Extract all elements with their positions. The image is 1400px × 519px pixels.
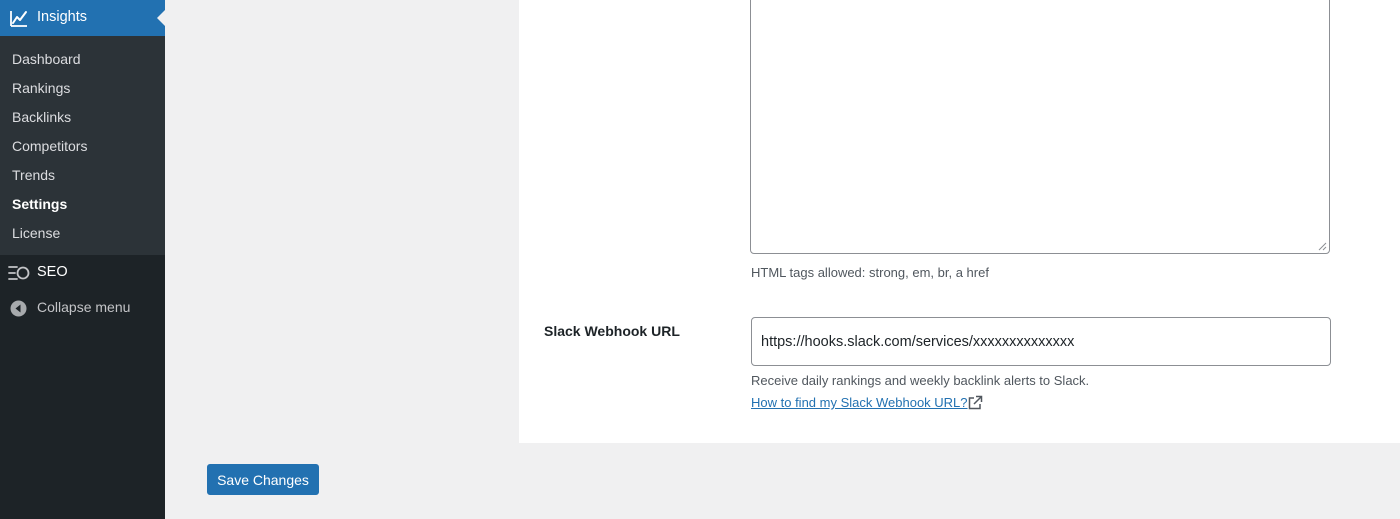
collapse-arrow-icon [10, 300, 27, 317]
slack-webhook-description: Receive daily rankings and weekly backli… [751, 373, 1090, 388]
external-link-icon [968, 395, 983, 410]
resize-handle-icon[interactable] [1318, 242, 1327, 251]
seo-icon [8, 266, 30, 280]
app: Insights Dashboard Rankings Backlinks Co… [0, 0, 1400, 519]
sidebar-item-rankings[interactable]: Rankings [12, 80, 70, 96]
slack-webhook-label: Slack Webhook URL [544, 323, 680, 339]
save-changes-button[interactable]: Save Changes [207, 464, 319, 495]
slack-webhook-help-link[interactable]: How to find my Slack Webhook URL? [751, 395, 968, 410]
admin-sidebar: Insights Dashboard Rankings Backlinks Co… [0, 0, 165, 519]
sidebar-item-insights[interactable]: Insights [0, 0, 165, 36]
sidebar-item-license[interactable]: License [12, 225, 60, 241]
insights-submenu: Dashboard Rankings Backlinks Competitors… [0, 36, 165, 255]
textarea-hint: HTML tags allowed: strong, em, br, a hre… [751, 265, 989, 280]
sidebar-item-seo-label: SEO [37, 264, 68, 280]
current-menu-pointer [157, 10, 165, 26]
collapse-menu-button[interactable]: Collapse menu [0, 294, 165, 322]
slack-webhook-input[interactable] [751, 317, 1331, 366]
sidebar-item-seo[interactable]: SEO [0, 256, 165, 290]
sidebar-item-settings[interactable]: Settings [12, 196, 67, 212]
html-message-textarea[interactable] [750, 0, 1330, 254]
sidebar-item-trends[interactable]: Trends [12, 167, 55, 183]
sidebar-item-insights-label: Insights [37, 9, 87, 25]
chart-line-icon [10, 11, 27, 27]
collapse-menu-label: Collapse menu [37, 299, 131, 315]
sidebar-item-backlinks[interactable]: Backlinks [12, 109, 71, 125]
sidebar-item-dashboard[interactable]: Dashboard [12, 51, 81, 67]
sidebar-item-competitors[interactable]: Competitors [12, 138, 87, 154]
